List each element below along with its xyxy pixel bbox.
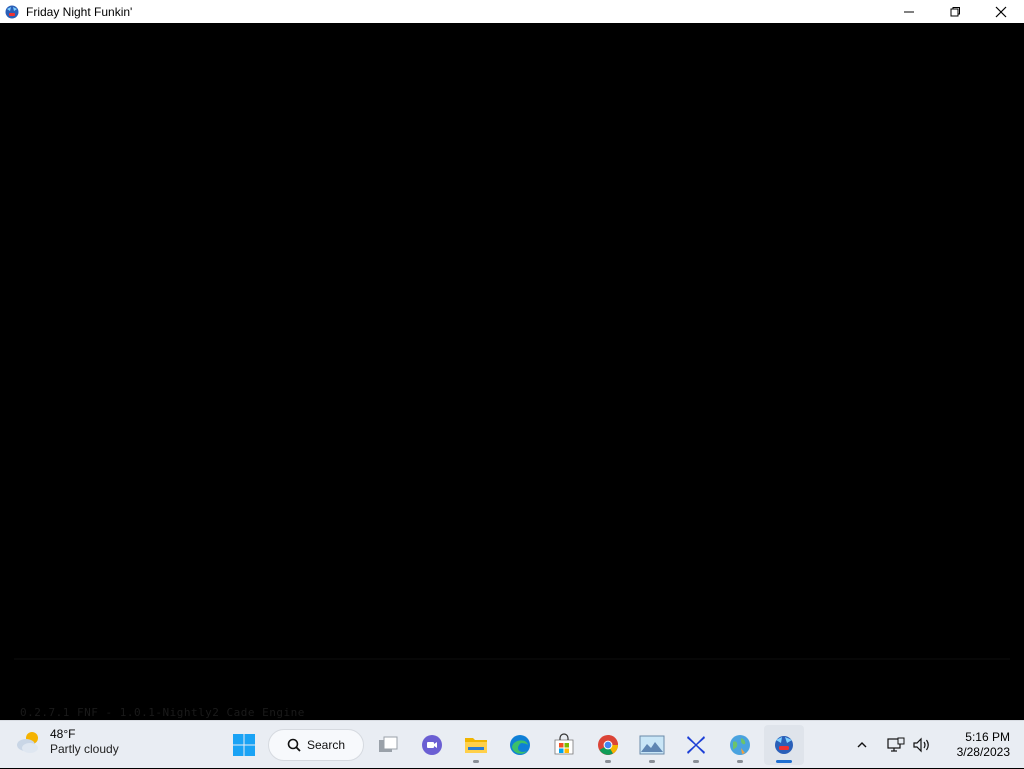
taskbar: 48°F Partly cloudy Search 5:16 PM 3/28/2… — [0, 720, 1024, 768]
network-button[interactable] — [885, 734, 907, 756]
clock[interactable]: 5:16 PM 3/28/2023 — [957, 730, 1010, 760]
start-button[interactable] — [224, 725, 264, 765]
teams-chat-button[interactable] — [412, 725, 452, 765]
chrome-button[interactable] — [588, 725, 628, 765]
faint-divider — [14, 658, 1010, 660]
running-indicator — [693, 760, 699, 763]
windows-start-icon — [233, 734, 255, 756]
edge-button[interactable] — [500, 725, 540, 765]
speaker-icon — [913, 737, 929, 753]
weather-desc: Partly cloudy — [50, 742, 119, 756]
store-button[interactable] — [544, 725, 584, 765]
weather-temp: 48°F — [50, 727, 76, 741]
running-indicator — [649, 760, 655, 763]
store-icon — [554, 733, 574, 755]
edge-icon — [510, 735, 530, 755]
restore-button[interactable] — [932, 0, 978, 23]
clock-date: 3/28/2023 — [956, 745, 1010, 759]
running-indicator — [605, 760, 611, 763]
system-tray: 5:16 PM 3/28/2023 — [849, 721, 1010, 769]
weather-text: 48°F Partly cloudy — [50, 727, 119, 757]
active-indicator — [776, 760, 792, 763]
title-bar: Friday Night Funkin' — [0, 0, 1024, 23]
window-controls — [886, 0, 1024, 23]
search-label: Search — [306, 738, 346, 752]
close-button[interactable] — [978, 0, 1024, 23]
taskbar-search-box[interactable]: Search — [268, 729, 364, 761]
window-title: Friday Night Funkin' — [26, 4, 133, 19]
partly-cloudy-icon — [14, 727, 44, 757]
x-app-button[interactable] — [676, 725, 716, 765]
game-canvas[interactable]: 0.2.7.1 FNF - 1.0.1-Nightly2 Cade Engine — [0, 23, 1024, 720]
clock-time: 5:16 PM — [965, 730, 1010, 744]
engine-version-text: 0.2.7.1 FNF - 1.0.1-Nightly2 Cade Engine — [20, 706, 305, 719]
fnf-app-icon — [4, 4, 20, 20]
x-logo-icon — [687, 736, 705, 754]
search-icon — [287, 738, 301, 752]
chrome-icon — [598, 735, 618, 755]
task-view-button[interactable] — [368, 725, 408, 765]
file-explorer-button[interactable] — [456, 725, 496, 765]
taskbar-apps: Search — [222, 721, 806, 769]
image-icon — [639, 735, 665, 755]
folder-icon — [465, 738, 487, 753]
fnf-icon — [775, 736, 793, 754]
photos-button[interactable] — [632, 725, 672, 765]
task-view-icon — [379, 736, 398, 752]
minimize-button[interactable] — [886, 0, 932, 23]
fnf-taskbar-button[interactable] — [764, 725, 804, 765]
weather-widget[interactable]: 48°F Partly cloudy — [14, 727, 119, 757]
volume-button[interactable] — [911, 734, 933, 756]
running-indicator — [473, 760, 479, 763]
show-hidden-icons-button[interactable] — [851, 734, 873, 756]
network-icon — [887, 737, 905, 752]
running-indicator — [737, 760, 743, 763]
maps-button[interactable] — [720, 725, 760, 765]
close-icon — [995, 6, 1007, 17]
chevron-up-icon — [857, 742, 867, 748]
restore-icon — [950, 6, 960, 16]
teams-chat-icon — [422, 735, 442, 755]
minimize-icon — [904, 11, 914, 12]
globe-icon — [730, 735, 750, 755]
